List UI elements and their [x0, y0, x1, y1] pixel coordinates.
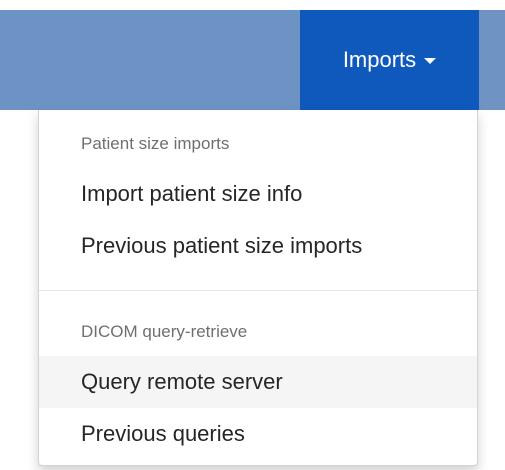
dropdown-header-dicom-query-retrieve: DICOM query-retrieve: [81, 322, 248, 341]
navbar: Imports: [0, 10, 505, 110]
dropdown-divider: [39, 290, 477, 291]
imports-menu-toggle[interactable]: Imports: [300, 10, 479, 110]
menu-item-previous-patient-size-imports[interactable]: Previous patient size imports: [39, 220, 477, 272]
dropdown-header-patient-size-imports: Patient size imports: [81, 134, 230, 153]
imports-dropdown-menu: Patient size imports Import patient size…: [38, 110, 478, 466]
menu-item-import-patient-size-info[interactable]: Import patient size info: [39, 168, 477, 220]
menu-item-query-remote-server[interactable]: Query remote server: [39, 356, 477, 408]
menu-item-previous-queries[interactable]: Previous queries: [39, 408, 477, 460]
caret-down-icon: [424, 58, 437, 64]
imports-menu-label: Imports: [342, 47, 417, 72]
navbar-right-strip: [479, 10, 505, 110]
